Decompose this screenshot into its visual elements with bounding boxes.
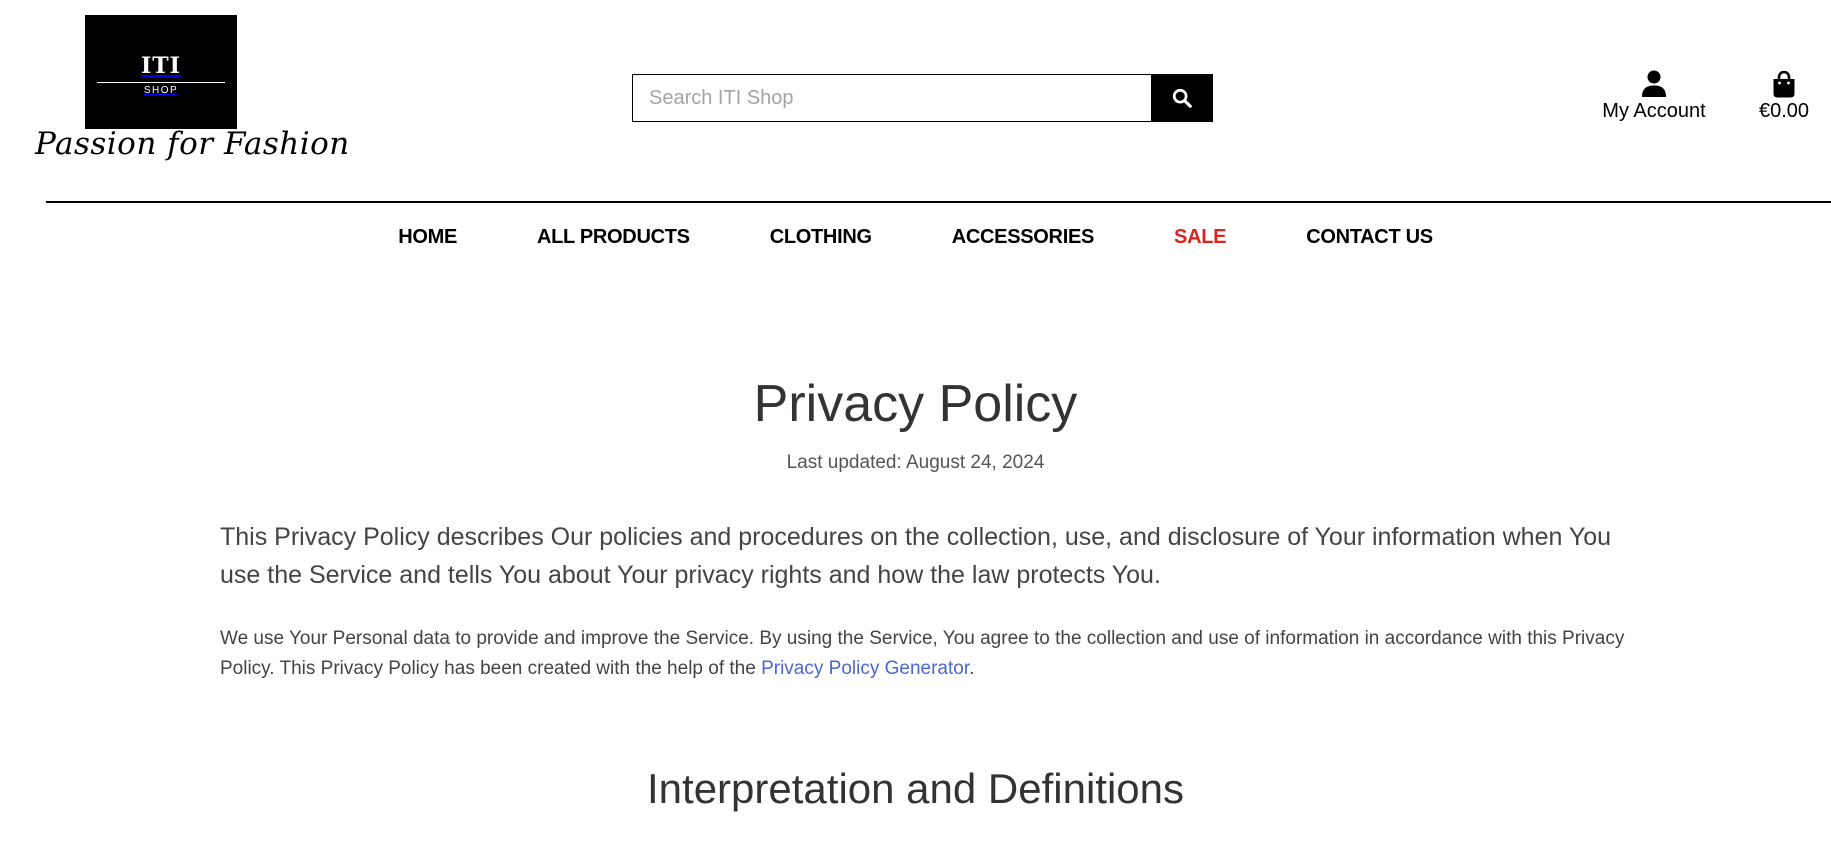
- usage-text-end: .: [969, 658, 975, 679]
- logo-divider: [97, 81, 225, 83]
- nav-all-products[interactable]: ALL PRODUCTS: [537, 226, 690, 249]
- header-divider: [46, 201, 1831, 203]
- logo[interactable]: ITI SHOP: [85, 15, 237, 129]
- nav-accessories[interactable]: ACCESSORIES: [952, 226, 1095, 249]
- main-content: Privacy Policy Last updated: August 24, …: [0, 372, 1831, 814]
- page-title: Privacy Policy: [753, 375, 1078, 433]
- user-icon: [1642, 70, 1666, 98]
- search-form: [632, 74, 1213, 122]
- nav-contact-us[interactable]: CONTACT US: [1306, 226, 1433, 249]
- privacy-policy-generator-link[interactable]: Privacy Policy Generator: [761, 658, 969, 679]
- logo-tagline: Passion for Fashion: [35, 126, 350, 162]
- usage-paragraph: We use Your Personal data to provide and…: [220, 624, 1640, 684]
- cart-link[interactable]: €0.00: [1748, 68, 1820, 123]
- search-input[interactable]: [632, 74, 1151, 122]
- main-nav: HOME ALL PRODUCTS CLOTHING ACCESSORIES S…: [0, 226, 1831, 249]
- intro-paragraph: This Privacy Policy describes Our polici…: [220, 523, 1612, 589]
- logo-subtitle: SHOP: [143, 84, 179, 96]
- last-updated: Last updated: August 24, 2024: [786, 452, 1045, 473]
- section-title: Interpretation and Definitions: [647, 765, 1184, 812]
- logo-title: ITI: [141, 52, 181, 79]
- shopping-bag-icon: [1772, 71, 1796, 98]
- search-icon: [1171, 87, 1193, 109]
- my-account-label: My Account: [1602, 100, 1706, 122]
- cart-total: €0.00: [1758, 100, 1810, 122]
- nav-sale[interactable]: SALE: [1174, 226, 1226, 249]
- site-header: ITI SHOP Passion for Fashion My Accoun: [0, 0, 1831, 248]
- my-account-link[interactable]: My Account: [1590, 68, 1718, 123]
- nav-home[interactable]: HOME: [398, 226, 457, 249]
- nav-clothing[interactable]: CLOTHING: [770, 226, 872, 249]
- search-button[interactable]: [1151, 74, 1213, 122]
